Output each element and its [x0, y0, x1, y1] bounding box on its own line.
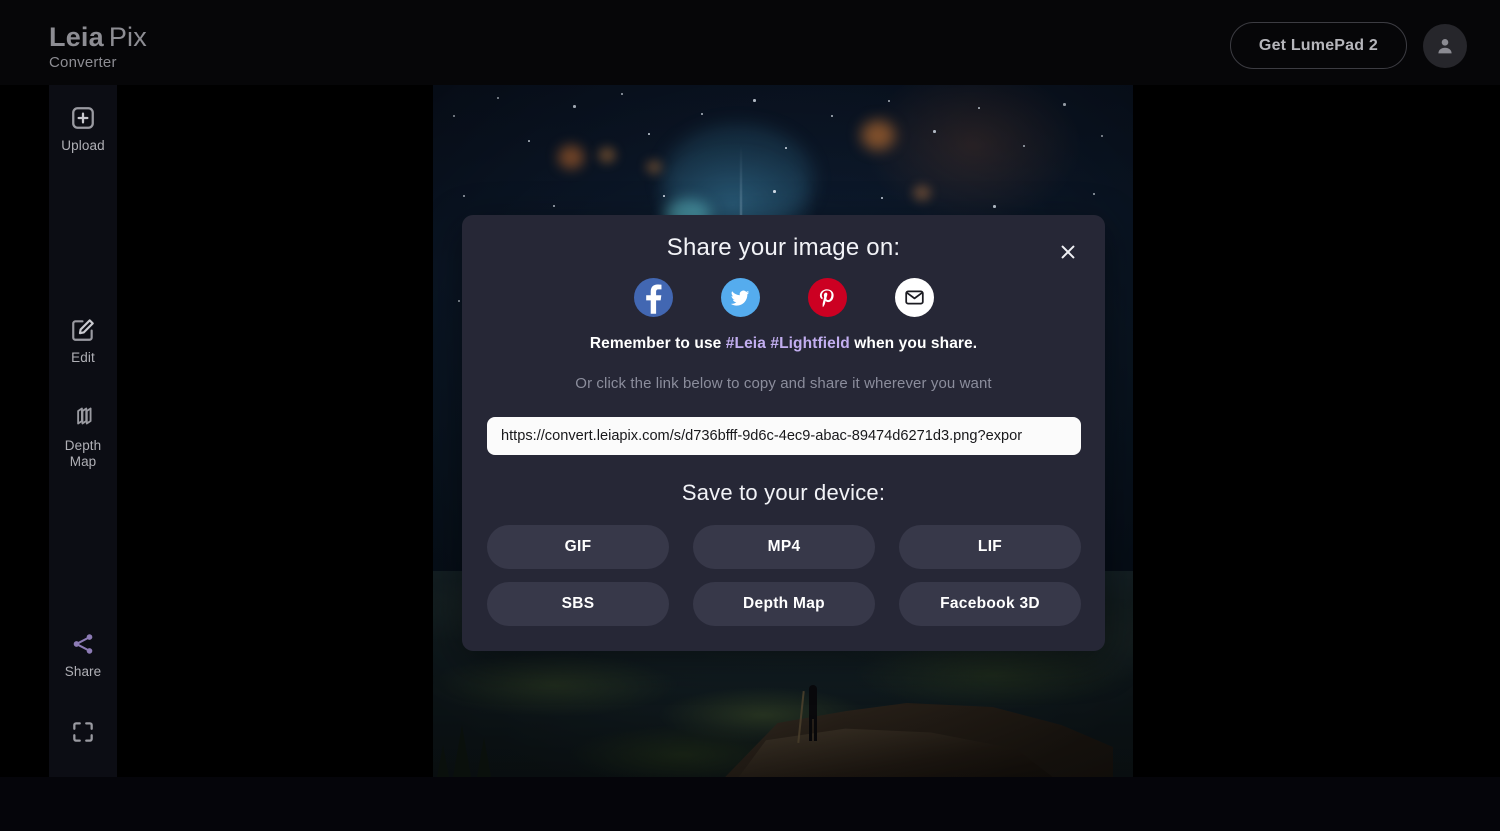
logo-title: Leia Pix	[49, 22, 147, 52]
sidebar-label-upload: Upload	[61, 138, 105, 153]
left-sidebar: Upload Edit Depth Map Share	[49, 85, 117, 777]
header-actions: Get LumePad 2	[1229, 22, 1467, 69]
copy-link-hint: Or click the link below to copy and shar…	[575, 375, 992, 392]
depth-label-line1: Depth	[64, 438, 102, 453]
share-twitter-button[interactable]	[720, 278, 760, 317]
envelope-icon	[904, 290, 924, 305]
share-email-button[interactable]	[894, 278, 934, 317]
share-facebook-button[interactable]	[633, 278, 673, 317]
sidebar-item-share[interactable]: Share	[49, 631, 117, 680]
hashtag-suffix: when you share.	[849, 335, 978, 352]
sidebar-item-upload[interactable]: Upload	[49, 105, 117, 154]
close-x-icon	[1061, 245, 1075, 259]
account-avatar-button[interactable]	[1423, 23, 1467, 68]
hashtag-lightfield: #Lightfield	[770, 335, 850, 352]
logo-leia-text: Leia	[49, 22, 104, 52]
hashtag-prefix: Remember to use	[589, 335, 726, 352]
share-nodes-icon	[73, 634, 93, 654]
save-lif-button[interactable]: LIF	[899, 525, 1081, 569]
plus-square-icon	[72, 107, 94, 129]
modal-title: Share your image on:	[666, 234, 901, 261]
get-lumepad-button[interactable]: Get LumePad 2	[1229, 22, 1407, 69]
twitter-bird-icon	[730, 290, 750, 306]
depth-label-line2: Map	[69, 453, 97, 469]
app-header: Leia Pix Converter Get LumePad 2	[0, 0, 1500, 85]
save-gif-button[interactable]: GIF	[487, 525, 669, 569]
save-depth-map-button[interactable]: Depth Map	[693, 582, 875, 626]
person-silhouette	[797, 685, 821, 743]
save-format-grid: GIF MP4 LIF SBS Depth Map Facebook 3D	[487, 525, 1081, 626]
facebook-icon	[645, 284, 661, 314]
logo-subtitle: Converter	[49, 54, 117, 71]
user-avatar-icon	[1438, 38, 1452, 53]
save-section-title: Save to your device:	[681, 480, 886, 505]
logo-pix-text: Pix	[108, 22, 147, 52]
share-modal: Share your image on: Remember to use #Le…	[462, 215, 1105, 651]
share-pinterest-button[interactable]	[807, 278, 847, 317]
modal-close-button[interactable]	[1053, 237, 1083, 267]
hashtag-reminder-text: Remember to use #Leia #Lightfield when y…	[462, 335, 1105, 353]
social-share-row	[462, 278, 1105, 317]
pinterest-icon	[819, 288, 834, 307]
app-logo[interactable]: Leia Pix Converter	[49, 22, 147, 72]
bottom-bar	[0, 777, 1500, 831]
app-root: LeiaPix Converter Get LumePad 2 Upload	[0, 0, 1500, 831]
fullscreen-icon	[73, 722, 93, 742]
sidebar-item-edit[interactable]: Edit	[49, 317, 117, 366]
hashtag-leia: #Leia	[725, 335, 766, 352]
sidebar-item-fullscreen[interactable]	[49, 719, 117, 745]
save-mp4-button[interactable]: MP4	[693, 525, 875, 569]
layers-icon	[77, 407, 92, 425]
sidebar-label-depth-map: Depth Map	[65, 438, 102, 469]
sidebar-label-share: Share	[64, 664, 102, 679]
sidebar-item-depth-map[interactable]: Depth Map	[49, 405, 117, 469]
pencil-square-icon	[72, 319, 94, 341]
save-sbs-button[interactable]: SBS	[487, 582, 669, 626]
share-url-input[interactable]	[487, 417, 1081, 455]
save-facebook-3d-button[interactable]: Facebook 3D	[899, 582, 1081, 626]
sidebar-label-edit: Edit	[71, 350, 95, 365]
